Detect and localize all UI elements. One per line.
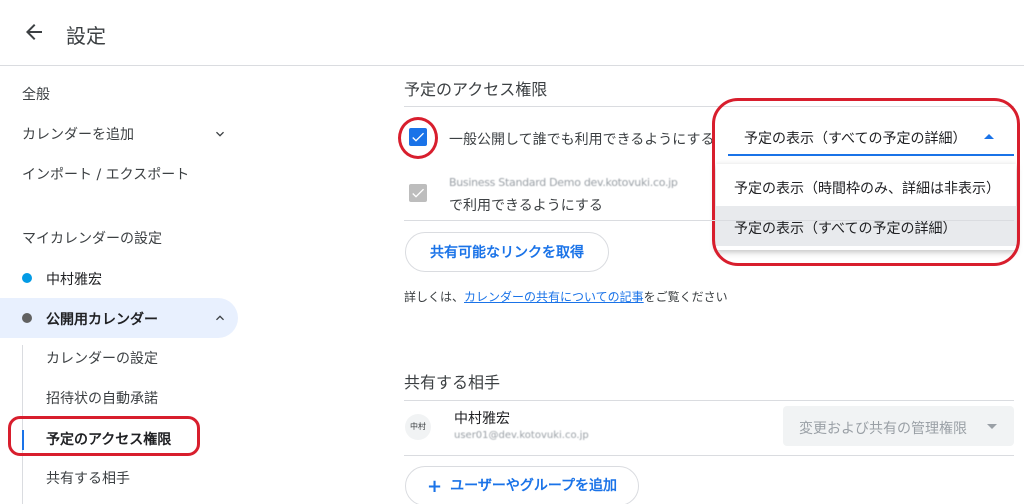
sidebar-item-general[interactable]: 全般 [22, 84, 50, 104]
chevron-down-icon[interactable] [212, 126, 228, 142]
checkmark-icon [412, 188, 424, 198]
divider [404, 455, 1014, 456]
caret-down-icon [987, 424, 997, 429]
help-note-prefix: 詳しくは、 [404, 290, 465, 304]
page-title: 設定 [66, 24, 106, 48]
calendar-label: 中村雅宏 [46, 272, 102, 288]
public-checkbox-label: 一般公開して誰でも利用できるようにする [449, 132, 715, 148]
red-highlight-annotation [712, 98, 1020, 266]
org-checkbox [409, 184, 427, 202]
sidebar-item-add-calendar[interactable]: カレンダーを追加 [22, 124, 134, 144]
calendar-label: 公開用カレンダー [46, 312, 158, 328]
get-shareable-link-button[interactable]: 共有可能なリンクを取得 [405, 232, 609, 272]
help-article-link[interactable]: カレンダーの共有についての記事 [464, 290, 644, 304]
calendar-color-dot [22, 313, 32, 323]
back-arrow-icon[interactable] [22, 20, 46, 44]
help-note: 詳しくは、カレンダーの共有についての記事をご覧ください [404, 288, 728, 305]
divider [404, 220, 1014, 221]
chevron-up-icon[interactable] [212, 310, 228, 326]
plus-icon: + [427, 476, 443, 497]
sharing-section-title: 共有する相手 [404, 373, 501, 392]
help-note-suffix: をご覧ください [643, 290, 728, 304]
org-domain-text: Business Standard Demo dev.kotovuki.co.j… [449, 176, 678, 189]
add-people-button[interactable]: + ユーザーやグループを追加 [405, 466, 639, 504]
subnav-auto-accept[interactable]: 招待状の自動承諾 [46, 388, 158, 408]
org-checkbox-label: で利用できるようにする [449, 198, 603, 214]
access-section-title: 予定のアクセス権限 [404, 80, 548, 99]
person-name: 中村雅宏 [454, 411, 510, 427]
add-people-label: ユーザーやグループを追加 [450, 478, 617, 494]
red-highlight-annotation [8, 416, 200, 456]
subnav-share-with[interactable]: 共有する相手 [46, 468, 130, 488]
permission-select-value: 変更および共有の管理権限 [799, 421, 967, 437]
sidebar-calendar-public[interactable]: 公開用カレンダー [0, 298, 238, 338]
my-calendars-heading: マイカレンダーの設定 [22, 231, 162, 247]
person-email: user01@dev.kotovuki.co.jp [454, 430, 589, 441]
sidebar-calendar-personal[interactable]: 中村雅宏 [0, 258, 238, 298]
divider [404, 400, 1014, 401]
permission-select: 変更および共有の管理権限 [783, 406, 1014, 446]
red-highlight-annotation [398, 117, 438, 159]
avatar: 中村 [405, 414, 431, 440]
sidebar-item-import-export[interactable]: インポート / エクスポート [22, 164, 189, 184]
calendar-color-dot [22, 273, 32, 283]
subnav-calendar-settings[interactable]: カレンダーの設定 [46, 348, 158, 368]
app-header: 設定 [0, 0, 1024, 66]
